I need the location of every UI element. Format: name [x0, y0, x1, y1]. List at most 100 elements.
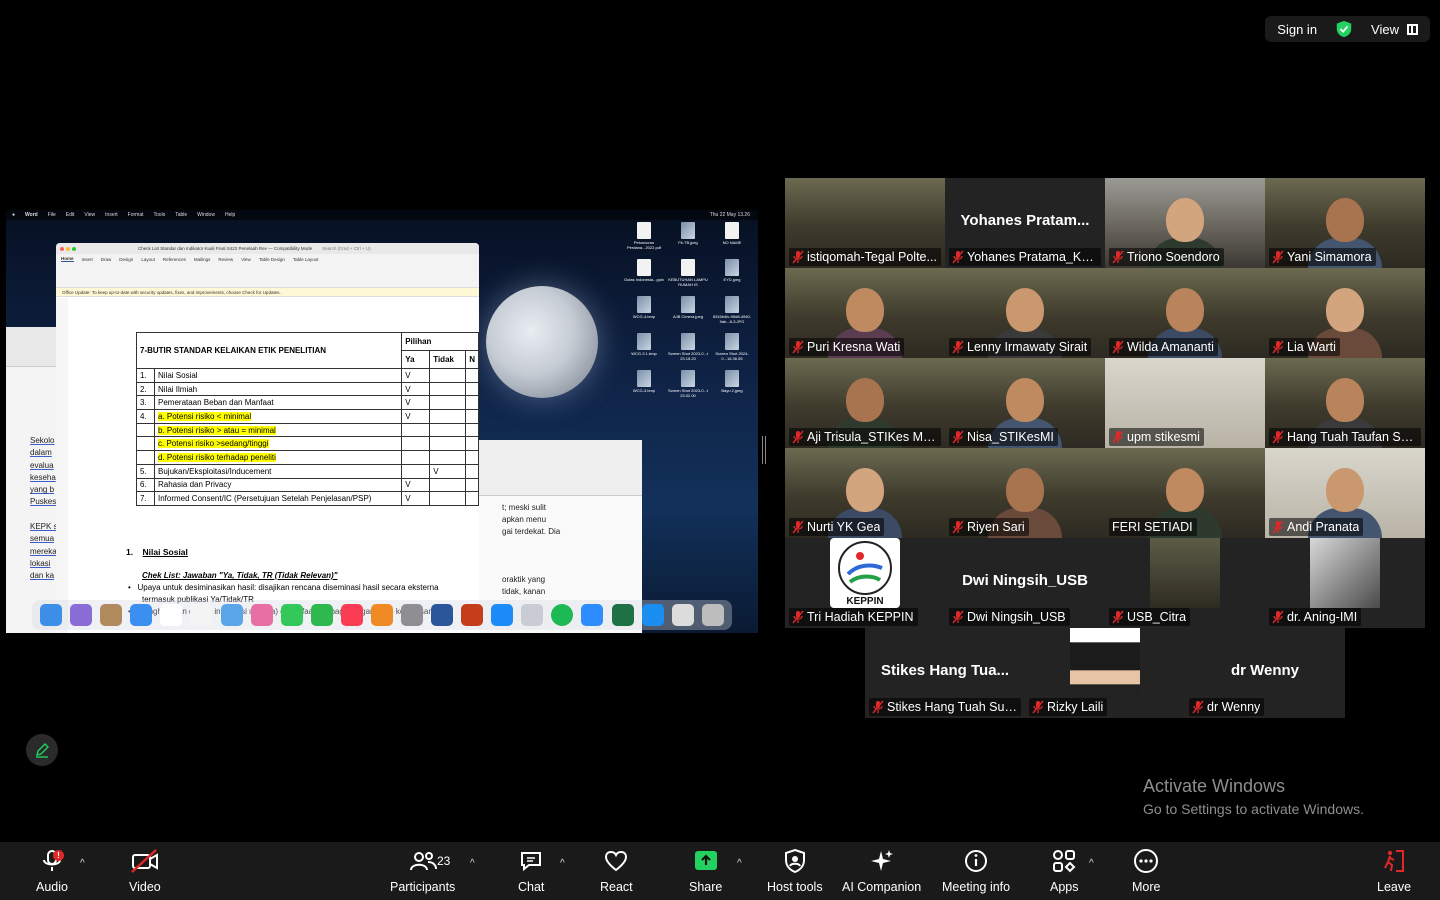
participant-name-label: Lia Warti	[1269, 338, 1340, 356]
row-tidak	[429, 477, 467, 493]
desktop-file-icon: 8316b4fc-95d8-4940-9ab...8-3.JPG	[710, 296, 754, 330]
participants-options-chevron-icon[interactable]: ^	[470, 858, 475, 869]
doc-line	[502, 538, 642, 550]
menu-item: Edit	[65, 212, 75, 218]
view-button[interactable]: View	[1371, 22, 1418, 37]
participant-tile[interactable]: USB_Citra	[1105, 538, 1265, 628]
chat-icon	[521, 852, 542, 872]
participant-tile[interactable]: Yani Simamora	[1265, 178, 1425, 268]
participant-tile[interactable]: Wilda Amananti	[1105, 268, 1265, 358]
participant-tile[interactable]: Nurti YK Gea	[785, 448, 945, 538]
desktop-file-icon: WCG-3.bmp	[622, 370, 666, 404]
meeting-info-button[interactable]: Meeting info	[942, 848, 1010, 894]
profile-picture	[1070, 628, 1140, 698]
desktop-file-icon: Fit-TB.jpeg	[666, 222, 710, 256]
participant-tile[interactable]: Aji Trisula_STIKes Me...	[785, 358, 945, 448]
participant-name: Triono Soendoro	[1127, 250, 1220, 264]
participant-tile[interactable]: Rizky Laili	[1025, 628, 1185, 718]
word-document-area: 7-BUTIR STANDAR KELAIKAN ETIK PENELITIAN…	[56, 298, 479, 633]
participant-tile[interactable]: FERI SETIADI	[1105, 448, 1265, 538]
participant-name: Aji Trisula_STIKes Me...	[807, 430, 937, 444]
profile-picture	[1150, 538, 1220, 608]
participant-name-label: Nurti YK Gea	[789, 518, 885, 536]
chat-button[interactable]: Chat	[518, 848, 544, 894]
apps-options-chevron-icon[interactable]: ^	[1089, 858, 1094, 869]
desktop-file-label: Bayu 2.jpeg	[721, 388, 743, 393]
desktop-file-icon: AJB Cimera.jpeg	[666, 296, 710, 330]
audio-options-chevron-icon[interactable]: ^	[80, 858, 85, 869]
table-title: 7-BUTIR STANDAR KELAIKAN ETIK PENELITIAN	[135, 332, 403, 369]
table-row: d. Potensi risiko terhadap peneliti	[136, 450, 479, 465]
more-button[interactable]: More	[1132, 848, 1160, 894]
participant-tile[interactable]: Hang Tuah Taufan Surab...	[1265, 358, 1425, 448]
participant-tile[interactable]: Andi Pranata	[1265, 448, 1425, 538]
shared-screen: ● Word File Edit View Insert Format Tool…	[6, 210, 758, 633]
row-item-text: d. Potensi risiko terhadap peneliti	[158, 452, 276, 462]
sign-in-link[interactable]: Sign in	[1277, 22, 1317, 37]
file-icon	[725, 333, 739, 350]
row-n	[465, 450, 479, 465]
doc-line: apkan menu	[502, 515, 547, 524]
leave-button[interactable]: Leave	[1377, 848, 1411, 894]
react-button[interactable]: React	[600, 848, 633, 894]
file-icon	[681, 370, 695, 387]
participant-name-label: Aji Trisula_STIKes Me...	[789, 428, 941, 446]
participant-name-label: Lenny Irmawaty Sirait	[949, 338, 1092, 356]
ribbon-tab: Table Design	[258, 256, 285, 262]
file-icon	[681, 259, 695, 276]
participant-tile[interactable]: Lenny Irmawaty Sirait	[945, 268, 1105, 358]
chat-options-chevron-icon[interactable]: ^	[560, 858, 565, 869]
chat-label: Chat	[518, 880, 545, 894]
split-divider-handle[interactable]	[762, 436, 766, 464]
row-ya: V	[401, 477, 431, 493]
participant-name-label: Riyen Sari	[949, 518, 1029, 536]
file-icon	[681, 333, 695, 350]
row-number: 7.	[136, 491, 155, 506]
participant-tile[interactable]: dr Wenny dr Wenny	[1185, 628, 1345, 718]
participant-tile[interactable]: dr. Aning-IMI	[1265, 538, 1425, 628]
annotate-button[interactable]	[26, 734, 58, 766]
desktop-file-label: KEBUTUHAN LAMPU RUMAH IS	[668, 277, 708, 287]
mac-dock	[32, 600, 732, 630]
sparkle-icon	[870, 850, 893, 871]
muted-microphone-icon	[792, 520, 804, 534]
view-label: View	[1371, 21, 1399, 37]
mail-icon	[130, 604, 153, 626]
security-shield-icon[interactable]	[1335, 20, 1353, 38]
row-tidak	[429, 422, 467, 438]
row-tidak	[429, 368, 467, 383]
watermark-subtitle: Go to Settings to activate Windows.	[1143, 801, 1364, 817]
share-options-chevron-icon[interactable]: ^	[737, 858, 742, 869]
participant-tile[interactable]: istiqomah-Tegal Polte...	[785, 178, 945, 268]
participant-name: upm stikesmi	[1127, 430, 1200, 444]
participant-tile[interactable]: Puri Kresna Wati	[785, 268, 945, 358]
video-button[interactable]: Video	[129, 848, 161, 894]
participant-head	[1006, 468, 1044, 512]
participant-tile[interactable]: KEPPIN Tri Hadiah KEPPIN	[785, 538, 945, 628]
participant-tile[interactable]: Yohanes Pratam... Yohanes Pratama_KEPPIN	[945, 178, 1105, 268]
participant-tile[interactable]: upm stikesmi	[1105, 358, 1265, 448]
host-tools-button[interactable]: Host tools	[767, 848, 823, 894]
row-tidak: V	[429, 463, 467, 479]
participant-tile[interactable]: Nisa_STIKesMI	[945, 358, 1105, 448]
participant-tile[interactable]: Riyen Sari	[945, 448, 1105, 538]
downloads-icon	[671, 604, 694, 626]
share-button[interactable]: Share	[689, 848, 722, 894]
participant-head	[846, 468, 884, 512]
desktop-file-label: AJB Cimera.jpeg	[672, 314, 703, 319]
participant-tile[interactable]: Lia Warti	[1265, 268, 1425, 358]
ai-companion-button[interactable]: AI Companion	[842, 848, 921, 894]
apps-label: Apps	[1050, 880, 1079, 894]
finder-icon	[40, 604, 63, 626]
desktop-file-label: Fit-TB.jpeg	[678, 240, 698, 245]
muted-microphone-icon	[792, 340, 804, 354]
meeting-info-label: Meeting info	[942, 880, 1011, 894]
participant-tile[interactable]: Triono Soendoro	[1105, 178, 1265, 268]
desktop-file-label: NO NAME	[722, 240, 742, 245]
participant-tile[interactable]: Dwi Ningsih_USB Dwi Ningsih_USB	[945, 538, 1105, 628]
participant-tile[interactable]: Stikes Hang Tua... Stikes Hang Tuah Sur..…	[865, 628, 1025, 718]
row-ya	[401, 436, 431, 452]
calendar-icon	[160, 604, 183, 626]
activate-windows-watermark: Activate Windows Go to Settings to activ…	[1143, 776, 1364, 817]
apps-button[interactable]: Apps	[1050, 848, 1079, 894]
